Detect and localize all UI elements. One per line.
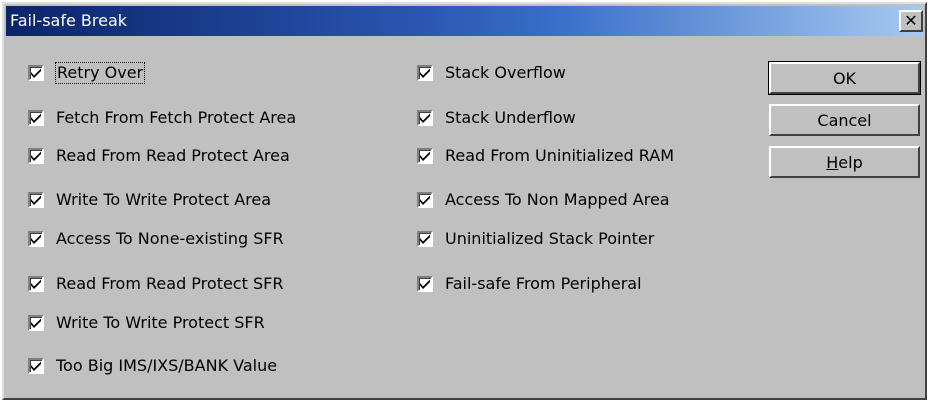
checkmark-icon xyxy=(31,113,41,123)
checkmark-icon xyxy=(420,279,430,289)
help-mnemonic: H xyxy=(826,152,839,172)
option-retry-over[interactable]: Retry Over xyxy=(28,62,146,84)
option-label: Fetch From Fetch Protect Area xyxy=(56,108,297,127)
cancel-button[interactable]: Cancel xyxy=(769,104,920,136)
checkmark-icon xyxy=(420,113,430,123)
checkmark-icon xyxy=(31,151,41,161)
option-label: Uninitialized Stack Pointer xyxy=(445,229,655,248)
window-title: Fail-safe Break xyxy=(10,11,128,30)
option-label: Write To Write Protect Area xyxy=(56,190,272,209)
checkmark-icon xyxy=(31,361,41,371)
checkbox[interactable] xyxy=(28,315,44,331)
option-label: Read From Uninitialized RAM xyxy=(445,146,675,165)
option-access-to-none-existing-sfr[interactable]: Access To None-existing SFR xyxy=(28,228,284,250)
option-too-big-ims-ixs-bank-value[interactable]: Too Big IMS/IXS/BANK Value xyxy=(28,355,277,377)
option-access-to-non-mapped-area[interactable]: Access To Non Mapped Area xyxy=(417,189,670,211)
checkmark-icon xyxy=(420,68,430,78)
option-fail-safe-from-peripheral[interactable]: Fail-safe From Peripheral xyxy=(417,273,642,295)
checkbox[interactable] xyxy=(417,192,433,208)
option-stack-underflow[interactable]: Stack Underflow xyxy=(417,107,576,129)
checkbox[interactable] xyxy=(417,231,433,247)
option-label: Stack Underflow xyxy=(445,108,576,127)
checkbox[interactable] xyxy=(28,65,44,81)
option-label: Retry Over xyxy=(54,62,146,84)
option-write-to-write-protect-sfr[interactable]: Write To Write Protect SFR xyxy=(28,312,265,334)
close-icon: ✕ xyxy=(904,11,918,30)
ok-button[interactable]: OK xyxy=(768,61,921,95)
checkmark-icon xyxy=(31,279,41,289)
option-label: Access To Non Mapped Area xyxy=(445,190,670,209)
checkmark-icon xyxy=(31,234,41,244)
option-label: Read From Read Protect SFR xyxy=(56,274,284,293)
option-write-to-write-protect-area[interactable]: Write To Write Protect Area xyxy=(28,189,271,211)
checkmark-icon xyxy=(420,195,430,205)
option-read-from-read-protect-area[interactable]: Read From Read Protect Area xyxy=(28,145,290,167)
checkmark-icon xyxy=(31,68,41,78)
option-label: Stack Overflow xyxy=(445,63,566,82)
option-uninitialized-stack-pointer[interactable]: Uninitialized Stack Pointer xyxy=(417,228,654,250)
option-label: Fail-safe From Peripheral xyxy=(445,274,642,293)
checkbox[interactable] xyxy=(417,65,433,81)
checkbox[interactable] xyxy=(28,148,44,164)
option-stack-overflow[interactable]: Stack Overflow xyxy=(417,62,566,84)
option-label: Write To Write Protect SFR xyxy=(56,313,265,332)
title-bar[interactable]: Fail-safe Break ✕ xyxy=(6,6,923,36)
help-button[interactable]: Help xyxy=(769,146,920,178)
fail-safe-break-dialog: Fail-safe Break ✕ Retry Over Fetch From … xyxy=(2,2,927,400)
option-fetch-from-fetch-protect-area[interactable]: Fetch From Fetch Protect Area xyxy=(28,107,296,129)
checkbox[interactable] xyxy=(28,358,44,374)
option-read-from-read-protect-sfr[interactable]: Read From Read Protect SFR xyxy=(28,273,283,295)
close-button[interactable]: ✕ xyxy=(899,10,923,32)
checkbox[interactable] xyxy=(417,110,433,126)
checkmark-icon xyxy=(420,151,430,161)
option-label: Too Big IMS/IXS/BANK Value xyxy=(56,356,278,375)
help-label-rest: elp xyxy=(838,152,863,172)
checkmark-icon xyxy=(420,234,430,244)
checkbox[interactable] xyxy=(28,276,44,292)
checkbox[interactable] xyxy=(417,276,433,292)
option-read-from-uninitialized-ram[interactable]: Read From Uninitialized RAM xyxy=(417,145,674,167)
option-label: Read From Read Protect Area xyxy=(56,146,290,165)
checkbox[interactable] xyxy=(28,110,44,126)
checkbox[interactable] xyxy=(28,231,44,247)
checkmark-icon xyxy=(31,318,41,328)
option-label: Access To None-existing SFR xyxy=(56,229,284,248)
checkbox[interactable] xyxy=(28,192,44,208)
checkmark-icon xyxy=(31,195,41,205)
checkbox[interactable] xyxy=(417,148,433,164)
